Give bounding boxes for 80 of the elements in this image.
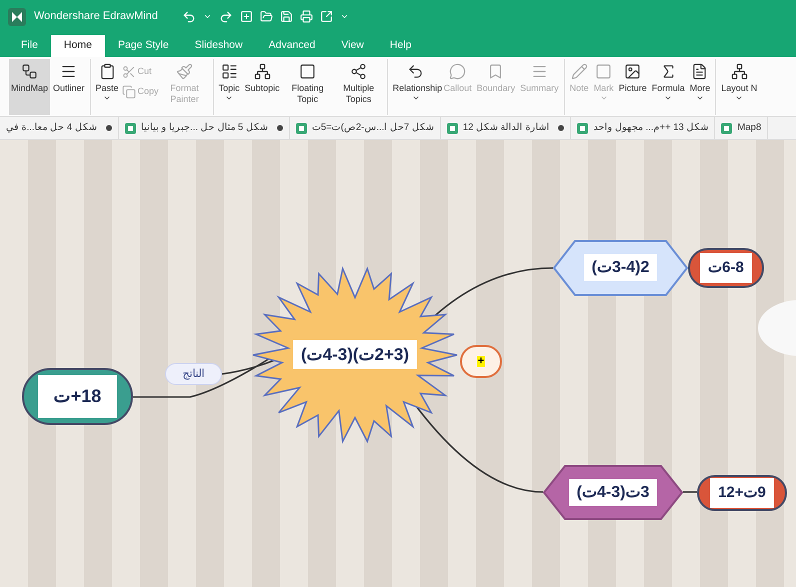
topic-node[interactable]: 2(3-4ت) bbox=[553, 240, 688, 296]
mindmap-file-icon bbox=[296, 122, 307, 134]
caret-icon[interactable] bbox=[340, 12, 349, 21]
curved-arrow-icon bbox=[407, 63, 424, 80]
document-title: شكل 5 مثال حل ...جبريا و بيانيا bbox=[140, 120, 268, 135]
node-text: 6-8ت bbox=[700, 252, 752, 284]
document-title: اشارة الدالة شكل 12 bbox=[462, 120, 550, 135]
list-icon bbox=[530, 63, 548, 80]
node-text: + bbox=[476, 356, 486, 367]
print-icon[interactable] bbox=[300, 10, 313, 23]
floating-topic[interactable]: + bbox=[460, 345, 502, 378]
caret-icon bbox=[696, 94, 704, 102]
list-icon bbox=[60, 63, 78, 80]
folder-icon[interactable] bbox=[260, 10, 273, 23]
menu-tab[interactable]: Home bbox=[50, 35, 105, 57]
node-text: 2(3-4ت) bbox=[584, 254, 658, 281]
topic-node[interactable]: 3ت(3-4ت) bbox=[543, 465, 683, 520]
undo-icon[interactable] bbox=[182, 10, 196, 24]
central-topic[interactable]: (2+3ت)(3-4ت) bbox=[250, 265, 460, 445]
ribbon-button[interactable]: Subtopic bbox=[242, 59, 282, 115]
mindmap-file-icon bbox=[577, 122, 588, 134]
document-title: شكل 13 ++م... مجهول واحد bbox=[593, 120, 708, 135]
speech-bubble-icon bbox=[449, 63, 466, 80]
document-tab[interactable]: شكل 5 مثال حل ...جبريا و بيانيا bbox=[118, 117, 290, 139]
connector-line bbox=[683, 491, 697, 493]
mindmap-file-icon bbox=[124, 122, 136, 134]
node-text: 3ت(3-4ت) bbox=[568, 478, 658, 506]
pencil-icon bbox=[570, 63, 588, 80]
node-text: 18+ت bbox=[38, 375, 118, 418]
document-tab[interactable]: شكل 7حل ا...س-2ص)ت=5ت bbox=[290, 117, 441, 139]
caret-icon bbox=[735, 94, 744, 102]
connector-label: الناتج bbox=[165, 363, 222, 385]
square-icon bbox=[595, 63, 612, 80]
ribbon-button[interactable]: Paste bbox=[94, 59, 121, 115]
topic-node[interactable]: 6-8ت bbox=[688, 248, 764, 288]
mindmap-file-icon bbox=[721, 122, 732, 134]
caret-icon bbox=[600, 94, 608, 102]
topic-node[interactable]: 18+ت bbox=[22, 368, 133, 425]
mindmap-file-icon bbox=[446, 122, 458, 134]
rectangle-icon bbox=[299, 63, 316, 80]
node-text: 9ت+12 bbox=[710, 478, 774, 508]
save-icon[interactable] bbox=[280, 10, 293, 23]
node-text: (2+3ت)(3-4ت) bbox=[292, 340, 418, 369]
document-tab[interactable]: شكل 4 حل معا...ة في bbox=[0, 117, 119, 139]
ribbon-button[interactable]: MindMap bbox=[9, 59, 50, 115]
caret-icon[interactable] bbox=[202, 12, 212, 21]
caret-icon bbox=[412, 94, 420, 102]
callout-shape bbox=[758, 300, 796, 356]
caret-icon bbox=[225, 94, 234, 102]
ribbon-button[interactable]: Topic bbox=[216, 59, 242, 115]
ribbon-button[interactable]: Outliner bbox=[51, 59, 87, 115]
new-file-icon[interactable] bbox=[240, 10, 253, 23]
export-icon[interactable] bbox=[320, 10, 333, 23]
image-icon bbox=[624, 63, 642, 80]
document-title: Map8 bbox=[737, 120, 762, 135]
redo-icon[interactable] bbox=[218, 10, 233, 24]
ribbon-button[interactable]: Floating Topic bbox=[282, 59, 333, 115]
caret-icon bbox=[664, 94, 672, 102]
document-icon bbox=[691, 63, 708, 80]
document-title: شكل 7حل ا...س-2ص)ت=5ت bbox=[312, 120, 434, 135]
window-title: Wondershare EdrawMind bbox=[34, 9, 158, 24]
ribbon-button[interactable]: Formula bbox=[650, 59, 687, 115]
document-tab[interactable]: Map8 bbox=[715, 117, 768, 139]
ribbon-button[interactable]: More bbox=[688, 59, 712, 115]
caret-icon bbox=[103, 94, 112, 102]
document-tab[interactable]: اشارة الدالة شكل 12 bbox=[440, 117, 572, 139]
scissors-icon bbox=[122, 65, 136, 79]
app-logo-icon bbox=[8, 8, 26, 26]
nodes-icon bbox=[350, 63, 368, 80]
brush-icon bbox=[176, 63, 194, 80]
copy-icon bbox=[122, 85, 136, 99]
document-tab[interactable]: شكل 13 ++م... مجهول واحد bbox=[571, 117, 716, 139]
document-title: شكل 4 حل معا...ة في bbox=[6, 120, 97, 135]
ribbon-button[interactable]: Picture bbox=[616, 59, 649, 115]
ribbon-button[interactable]: Layout N bbox=[719, 59, 760, 115]
clipboard-icon bbox=[98, 63, 116, 80]
ribbon-button[interactable]: Multiple Topics bbox=[334, 59, 384, 115]
ribbon-button[interactable]: Relationship bbox=[390, 59, 441, 115]
hierarchy-icon bbox=[730, 63, 748, 80]
topic-node[interactable]: 9ت+12 bbox=[697, 475, 787, 511]
